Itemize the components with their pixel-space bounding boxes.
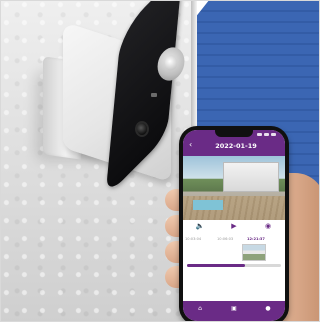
timeline-track[interactable] [187, 264, 281, 267]
playback-controls: 🔈 ▶ ◉ [183, 220, 285, 232]
camera-motion-sensor [135, 121, 149, 137]
camera-lens [165, 55, 177, 71]
battery-icon [271, 133, 276, 136]
back-icon[interactable]: ‹ [189, 141, 192, 149]
gallery-icon[interactable]: ▣ [230, 305, 238, 313]
wifi-icon [264, 133, 269, 136]
play-icon[interactable]: ▶ [228, 221, 240, 231]
clip-thumbnail[interactable] [242, 244, 266, 261]
camera-icon[interactable]: ◉ [262, 221, 274, 231]
video-pool [193, 200, 223, 210]
home-icon[interactable]: ⌂ [196, 305, 204, 313]
phone-screen: ‹ 2022-01-19 🔈 ▶ ◉ 10:03:04 10:06:03 12:… [183, 130, 285, 321]
product-photo: ‹ 2022-01-19 🔈 ▶ ◉ 10:03:04 10:06:03 12:… [0, 0, 320, 322]
signal-icon [257, 133, 262, 136]
recordings-timeline[interactable]: 10:03:04 10:06:03 12:21:37 [183, 234, 285, 274]
timeline-time: 10:03:04 [185, 237, 202, 241]
timeline-progress [187, 264, 246, 267]
video-preview[interactable] [183, 156, 285, 220]
volume-icon[interactable]: 🔈 [194, 221, 206, 231]
profile-icon[interactable]: ● [264, 305, 272, 313]
bottom-navigation: ⌂ ▣ ● [183, 301, 285, 321]
timeline-time-active: 12:21:37 [247, 237, 265, 241]
header-date: 2022-01-19 [215, 142, 257, 150]
timeline-time: 10:06:03 [217, 237, 234, 241]
phone-notch [215, 130, 253, 137]
camera-logo-mark [151, 93, 157, 97]
video-house [223, 162, 279, 192]
